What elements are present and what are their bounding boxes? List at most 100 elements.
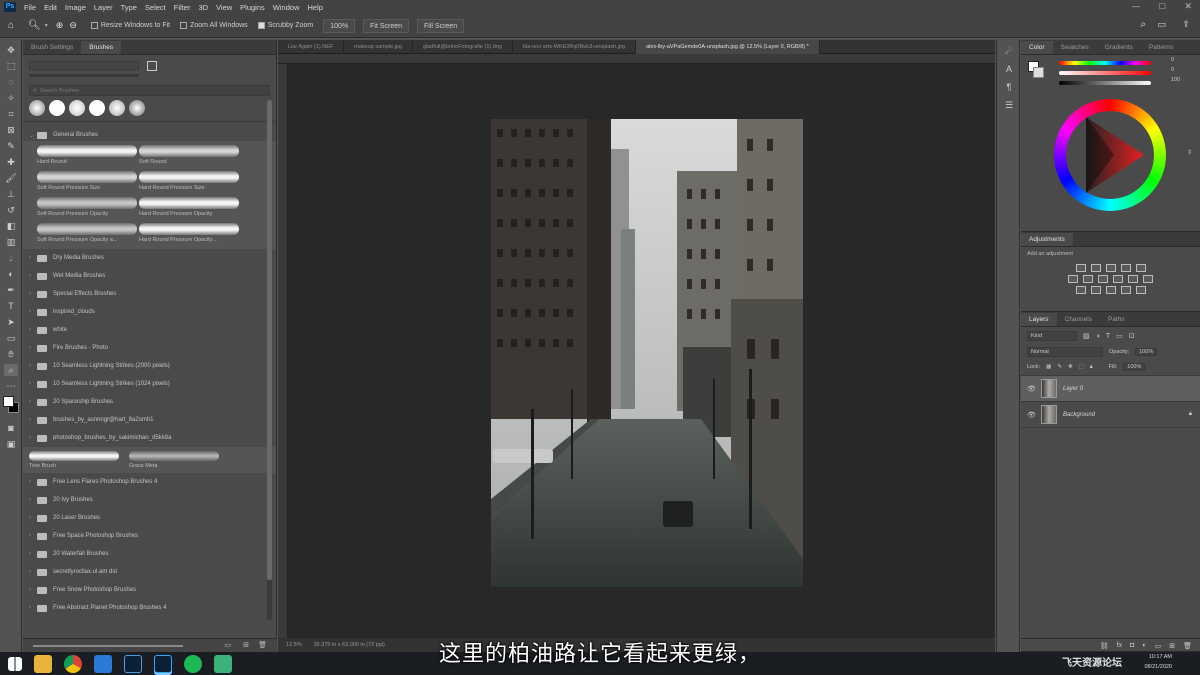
brush-preset[interactable]: Tree Brush	[29, 451, 119, 469]
tab-layers[interactable]: Layers	[1021, 313, 1057, 326]
close-icon[interactable]: ✕	[1184, 1, 1192, 12]
chevron-right-icon[interactable]: ›	[29, 497, 37, 503]
move-tool-icon[interactable]: ✥	[4, 44, 18, 56]
hue-value[interactable]: 0	[1171, 57, 1174, 63]
workspace-icon[interactable]: ▭	[1157, 19, 1166, 30]
brush-folder[interactable]: › 20 Waterfall Brushes	[23, 545, 276, 563]
menu-filter[interactable]: Filter	[174, 3, 191, 12]
color-lookup-icon[interactable]	[1143, 275, 1153, 283]
blend-mode-select[interactable]: Normal	[1027, 347, 1103, 357]
new-folder-icon[interactable]: ▭	[224, 641, 231, 649]
brush-preset[interactable]: Hard Round Pressure Opacity	[139, 197, 239, 217]
color-balance-icon[interactable]	[1083, 275, 1093, 283]
path-select-icon[interactable]: ➤	[4, 316, 18, 328]
brush-folder[interactable]: › white	[23, 321, 276, 339]
mail-icon[interactable]	[94, 654, 112, 673]
fx-icon[interactable]: fx	[1117, 642, 1122, 649]
learn-icon[interactable]: ☄	[1002, 46, 1016, 58]
chevron-right-icon[interactable]: ›	[29, 345, 37, 351]
menu-window[interactable]: Window	[273, 3, 300, 12]
brush-preset[interactable]: Soft Round Pressure Opacity	[37, 197, 137, 217]
tab-paths[interactable]: Paths	[1100, 313, 1133, 326]
windows-start-icon[interactable]	[8, 656, 22, 671]
screen-mode-icon[interactable]: ▣	[4, 438, 18, 450]
brightness-value[interactable]: 100	[1171, 77, 1180, 83]
properties-icon[interactable]: ☰	[1002, 100, 1016, 112]
brush-folder[interactable]: › 20 Spaceship Brushes	[23, 393, 276, 411]
menu-edit[interactable]: Edit	[44, 3, 57, 12]
tab-adjustments[interactable]: Adjustments	[1021, 233, 1073, 246]
chevron-right-icon[interactable]: ›	[29, 587, 37, 593]
brightness-slider[interactable]	[1059, 81, 1151, 85]
brush-folder[interactable]: › Special Effects Brushes	[23, 285, 276, 303]
healing-brush-icon[interactable]: ✚	[4, 156, 18, 168]
recent-brush-icon[interactable]	[89, 100, 105, 116]
doc-tab-active[interactable]: alex-lby-aVPaGemde0A-unsplash.jpg @ 12.5…	[636, 39, 820, 54]
chevron-right-icon[interactable]: ›	[29, 255, 37, 261]
selective-color-icon[interactable]	[1135, 286, 1146, 294]
home-icon[interactable]: ⌂	[8, 20, 14, 31]
new-group-icon[interactable]: ▭	[1155, 642, 1162, 650]
hand-tool-icon[interactable]: ✋︎	[4, 348, 18, 360]
tab-channels[interactable]: Channels	[1057, 313, 1100, 326]
chevron-right-icon[interactable]: ›	[29, 417, 37, 423]
layer-row[interactable]: 👁︎ Layer 0	[1021, 376, 1200, 402]
brightness-icon[interactable]	[1075, 264, 1086, 272]
kind-filter[interactable]: Kind	[1027, 331, 1077, 341]
chevron-right-icon[interactable]: ›	[29, 363, 37, 369]
menu-3d[interactable]: 3D	[198, 3, 208, 12]
menu-plugins[interactable]: Plugins	[240, 3, 265, 12]
chevron-right-icon[interactable]: ›	[29, 605, 37, 611]
brush-folder[interactable]: › photoshop_brushes_by_sakimichan_d5kk8a	[23, 429, 276, 447]
magic-wand-icon[interactable]: ✧	[4, 92, 18, 104]
paragraph-icon[interactable]: ¶	[1002, 82, 1016, 94]
more-tools-icon[interactable]: ⋯	[4, 380, 18, 392]
brush-folder[interactable]: › brushes_by_asnnngr@hart_8a2smh1	[23, 411, 276, 429]
doc-tab[interactable]: makeup sample.jpg	[344, 39, 413, 54]
delete-layer-icon[interactable]: 🗑︎	[1183, 642, 1192, 650]
lightroom-icon[interactable]	[124, 654, 142, 673]
menu-view[interactable]: View	[216, 3, 232, 12]
app-icon[interactable]	[214, 654, 232, 673]
color-swatches[interactable]	[3, 396, 19, 418]
lock-paint-icon[interactable]: ✎	[1057, 364, 1062, 370]
resize-checkbox[interactable]	[90, 22, 98, 29]
chevron-right-icon[interactable]: ›	[29, 381, 37, 387]
doc-tab[interactable]: Liar Again (1).NEF	[278, 39, 345, 54]
visibility-eye-icon[interactable]: 👁︎	[1027, 385, 1036, 393]
layer-name[interactable]: Background	[1063, 412, 1095, 418]
filter-pixel-icon[interactable]: ▨	[1083, 332, 1090, 340]
quick-mask-icon[interactable]: ◙	[4, 422, 18, 434]
tab-swatches[interactable]: Swatches	[1053, 41, 1097, 54]
marquee-tool-icon[interactable]: ⬚	[4, 60, 18, 72]
brush-folder[interactable]: › Free Snow Photoshop Brushes	[23, 581, 276, 599]
photoshop-taskbar-icon[interactable]	[154, 654, 172, 673]
blur-tool-icon[interactable]: 💧︎	[4, 252, 18, 264]
link-layers-icon[interactable]: ⛓	[1100, 642, 1109, 650]
chevron-right-icon[interactable]: ›	[29, 399, 37, 405]
fill-field[interactable]: 100%	[1123, 363, 1146, 371]
filter-smart-icon[interactable]: ⊡	[1129, 332, 1135, 340]
hue-sat-icon[interactable]	[1068, 275, 1078, 283]
chevron-right-icon[interactable]: ›	[29, 551, 37, 557]
opacity-field[interactable]: 100%	[1135, 348, 1158, 356]
new-layer-icon[interactable]: ⊞	[1169, 642, 1175, 650]
chevron-right-icon[interactable]: ›	[29, 435, 37, 441]
brush-tool-icon[interactable]: 🖌︎	[4, 172, 18, 184]
vibrance-icon[interactable]	[1135, 264, 1146, 272]
character-icon[interactable]: A	[1002, 64, 1016, 76]
chevron-down-icon[interactable]: ▾	[45, 22, 48, 29]
brush-folder[interactable]: › Free Abstract Planet Photoshop Brushes …	[23, 599, 276, 617]
tab-brush-settings[interactable]: Brush Settings	[23, 41, 81, 54]
lock-artboard-icon[interactable]: ⬚	[1079, 364, 1084, 370]
chevron-right-icon[interactable]: ›	[29, 479, 37, 485]
shape-tool-icon[interactable]: ▭	[4, 332, 18, 344]
background-color-icon[interactable]	[1033, 67, 1044, 78]
zoom-tool-icon[interactable]: 🔍︎	[28, 20, 41, 31]
history-brush-icon[interactable]: ↺	[4, 204, 18, 216]
canvas[interactable]	[288, 64, 985, 638]
zoom-100-button[interactable]: 100%	[323, 18, 356, 33]
brush-preset[interactable]: Hard Round Pressure Opacity...	[139, 223, 239, 243]
tray-time[interactable]: 10:17 AM	[1149, 654, 1172, 660]
scrollbar[interactable]	[267, 100, 272, 620]
